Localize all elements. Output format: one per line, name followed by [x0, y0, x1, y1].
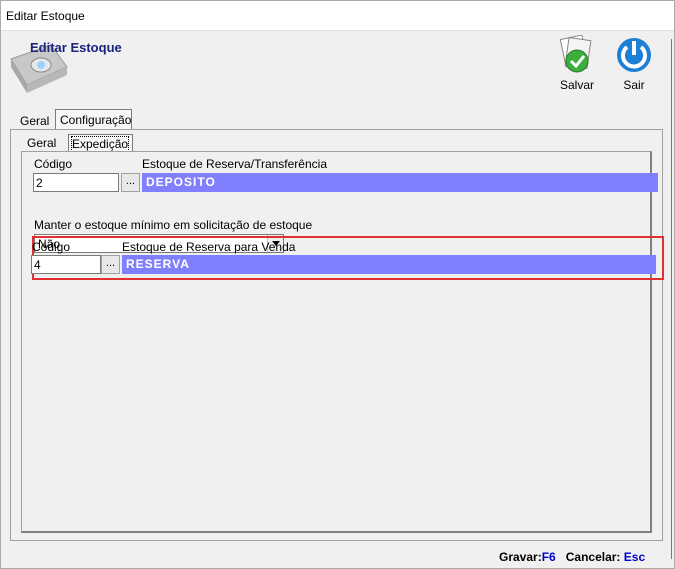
exit-button[interactable]: Sair — [611, 35, 657, 97]
reserve-code-input[interactable]: 4 — [31, 255, 101, 274]
cancel-shortcut-key: Esc — [623, 550, 646, 564]
reserve-code-label: Código — [32, 240, 71, 254]
subtab-geral[interactable]: Geral — [27, 136, 56, 150]
transfer-code-label: Código — [34, 157, 73, 171]
transfer-code-input[interactable]: 2 — [33, 173, 119, 192]
save-button[interactable]: Salvar — [554, 35, 600, 97]
save-shortcut-key: F6 — [541, 550, 556, 564]
power-icon — [617, 38, 651, 72]
configuracao-panel: Geral Expedição Código 2 ... Estoque de … — [10, 129, 664, 541]
divider — [671, 39, 672, 559]
header-title: Editar Estoque — [30, 40, 122, 55]
reserve-stock-label: Estoque de Reserva para Venda — [122, 240, 296, 254]
subtab-expedicao[interactable]: Expedição — [68, 134, 133, 152]
save-check-icon — [559, 35, 592, 73]
cancel-shortcut-label: Cancelar: — [565, 550, 621, 564]
reserve-stock-value: RESERVA — [122, 255, 656, 274]
tab-geral-label: Geral — [20, 114, 50, 128]
edit-stock-window: Editar Estoque Editar Estoque Salvar Sai… — [0, 0, 675, 569]
save-shortcut-label: Gravar: — [499, 550, 542, 564]
tab-configuracao-label: Configuração — [60, 113, 132, 127]
transfer-stock-label: Estoque de Reserva/Transferência — [142, 157, 327, 171]
min-stock-label: Manter o estoque mínimo em solicitação d… — [34, 218, 313, 232]
header: Editar Estoque Salvar Sair — [1, 31, 674, 101]
exit-label: Sair — [623, 78, 645, 92]
transfer-stock-value: DEPOSITO — [142, 173, 658, 192]
subtab-geral-label: Geral — [27, 136, 57, 150]
transfer-lookup-button[interactable]: ... — [121, 173, 140, 192]
save-label: Salvar — [559, 78, 594, 92]
shortcut-bar: Gravar:F6 Cancelar: Esc — [499, 550, 645, 564]
window-title: Editar Estoque — [6, 9, 85, 23]
subtab-expedicao-label: Expedição — [70, 136, 130, 152]
tab-geral[interactable]: Geral — [16, 111, 52, 131]
tab-configuracao[interactable]: Configuração — [55, 109, 132, 130]
reserve-lookup-button[interactable]: ... — [101, 255, 120, 274]
expedicao-panel: Código 2 ... Estoque de Reserva/Transfer… — [21, 151, 664, 533]
title-bar: Editar Estoque — [1, 1, 674, 31]
